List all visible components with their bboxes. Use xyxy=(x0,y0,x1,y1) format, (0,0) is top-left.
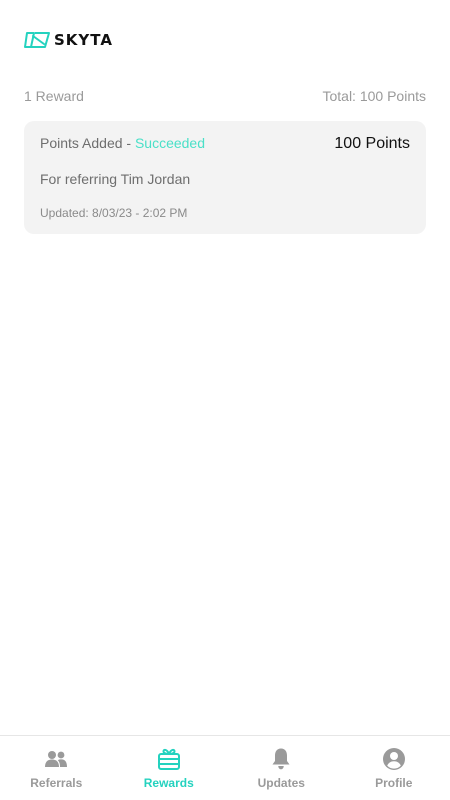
nav-referrals[interactable]: Referrals xyxy=(0,736,113,800)
nav-profile[interactable]: Profile xyxy=(338,736,450,800)
points-total: Total: 100 Points xyxy=(322,88,426,104)
status-badge: Succeeded xyxy=(134,135,206,151)
reward-title: Points Added - xyxy=(40,135,135,151)
nav-rewards-label: Rewards xyxy=(143,776,194,790)
reward-count: 1 Reward xyxy=(24,88,84,104)
brand-name: SKYTA xyxy=(54,31,113,49)
reward-status-line: Points Added - Succeeded xyxy=(40,135,205,151)
reward-card[interactable]: Points Added - Succeeded 100 Points For … xyxy=(24,121,426,234)
profile-icon xyxy=(382,748,405,770)
nav-updates-label: Updates xyxy=(257,776,305,790)
bell-icon xyxy=(272,748,290,770)
people-icon xyxy=(45,751,68,767)
bottom-nav: Referrals Rewards Updates Profile xyxy=(0,735,450,800)
skyta-logo-icon xyxy=(24,32,50,48)
nav-referrals-label: Referrals xyxy=(30,776,83,790)
rewards-summary: 1 Reward Total: 100 Points xyxy=(24,88,426,104)
nav-profile-label: Profile xyxy=(375,776,413,790)
reward-updated-timestamp: Updated: 8/03/23 - 2:02 PM xyxy=(40,206,188,220)
reward-points: 100 Points xyxy=(334,135,410,152)
gift-card-icon xyxy=(157,748,180,770)
nav-rewards[interactable]: Rewards xyxy=(113,736,226,800)
app-header: SKYTA xyxy=(24,30,113,50)
reward-description: For referring Tim Jordan xyxy=(40,171,191,187)
nav-updates[interactable]: Updates xyxy=(225,736,338,800)
